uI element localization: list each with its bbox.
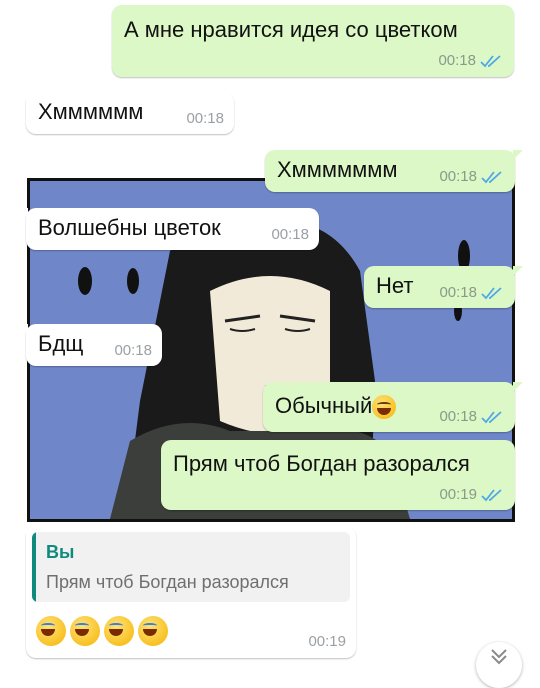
message-time: 00:18 [271, 226, 309, 243]
incoming-reply-message[interactable]: Вы Прям чтоб Богдан разорался 00:19 [18, 526, 356, 658]
message-text: Хмммммм [38, 99, 144, 124]
read-ticks-icon [481, 286, 502, 299]
message-time: 00:18 [114, 342, 152, 359]
message-time: 00:18 [186, 110, 224, 127]
outgoing-message[interactable]: А мне нравится идея со цветком 00:18 [112, 5, 514, 77]
emoji-row [36, 616, 168, 646]
outgoing-message[interactable]: Обычный 00:18 [263, 382, 523, 432]
message-meta: 00:18 [114, 342, 152, 359]
message-meta: 00:19 [439, 486, 503, 503]
message-meta: 00:18 [439, 168, 503, 185]
face-with-tears-of-joy-icon [36, 616, 66, 646]
message-text-label: Обычный [275, 393, 373, 418]
incoming-message[interactable]: Бдщ 00:18 [18, 324, 162, 366]
grinning-squinting-face-emoji-icon [372, 395, 397, 420]
outgoing-message[interactable]: Прям чтоб Богдан разорался 00:19 [161, 440, 515, 510]
message-text: Обычный [275, 393, 397, 420]
face-with-tears-of-joy-icon [104, 616, 134, 646]
face-with-tears-of-joy-icon [70, 616, 100, 646]
message-time: 00:19 [439, 486, 477, 503]
message-time: 00:18 [439, 168, 477, 185]
face-with-tears-of-joy-icon [138, 616, 168, 646]
outgoing-message[interactable]: Хммммммм 00:18 [265, 150, 523, 192]
message-text: Нет [376, 273, 414, 298]
message-time: 00:18 [439, 284, 477, 301]
quote-author: Вы [46, 542, 75, 562]
message-meta: 00:18 [438, 52, 502, 69]
incoming-message[interactable]: Хмммммм 00:18 [18, 92, 234, 134]
message-time: 00:19 [308, 633, 346, 650]
message-text: Бдщ [38, 331, 84, 356]
message-meta: 00:19 [308, 633, 346, 650]
read-ticks-icon [481, 410, 502, 423]
message-time: 00:18 [438, 52, 476, 69]
outgoing-message[interactable]: Нет 00:18 [364, 266, 523, 308]
quote-text: Прям чтоб Богдан разорался [46, 572, 289, 592]
quoted-message[interactable]: Вы Прям чтоб Богдан разорался [32, 532, 350, 602]
chevron-down-icon [491, 649, 507, 665]
scroll-to-bottom-button[interactable] [476, 642, 522, 688]
message-meta: 00:18 [271, 226, 309, 243]
message-text: Волшебны цветок [38, 215, 221, 240]
message-time: 00:18 [439, 408, 477, 425]
message-meta: 00:18 [439, 408, 503, 425]
message-text: Хммммммм [277, 157, 398, 182]
quote-accent-bar [32, 532, 36, 602]
read-ticks-icon [481, 488, 502, 501]
read-ticks-icon [480, 54, 501, 67]
message-meta: 00:18 [439, 284, 503, 301]
message-text: А мне нравится идея со цветком [124, 17, 458, 42]
message-meta: 00:18 [186, 110, 224, 127]
incoming-message[interactable]: Волшебны цветок 00:18 [18, 208, 319, 250]
read-ticks-icon [481, 170, 502, 183]
message-text: Прям чтоб Богдан разорался [173, 451, 470, 476]
